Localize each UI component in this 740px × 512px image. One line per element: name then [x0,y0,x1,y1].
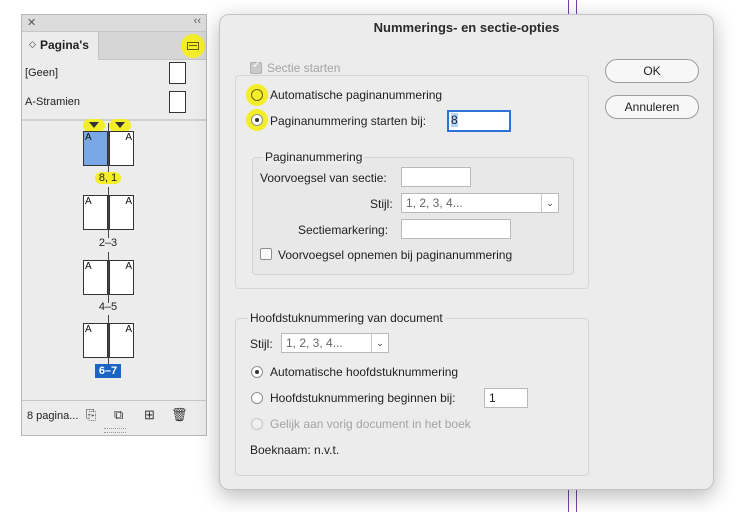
guide-line [568,488,569,512]
new-master-icon[interactable]: ⧉ [114,407,123,423]
section-marker-label: Sectiemarkering: [298,223,389,237]
panel-title-bar: ✕ ‹‹ [22,15,206,32]
spread-spine [108,315,109,366]
prefix-input[interactable] [401,167,471,187]
chapter-style-label: Stijl: [250,337,273,351]
prefix-label: Voorvoegsel van sectie: [260,171,387,185]
master-letter: A [85,261,92,272]
guide-line [576,488,577,512]
page-thumbnail[interactable]: A [109,131,134,166]
chevron-down-icon: ⌄ [371,334,388,352]
menu-icon [187,42,199,50]
page-thumbnail[interactable]: A [83,323,108,358]
ok-button[interactable]: OK [605,59,699,83]
spread-label: 8, 1 [68,172,148,184]
auto-numbering-radio[interactable] [251,89,263,101]
master-letter: A [125,132,132,143]
include-prefix-checkbox[interactable] [260,248,272,260]
start-at-input[interactable]: 8 [447,110,511,132]
spread-3[interactable]: A A [83,252,134,303]
book-name: Boeknaam: n.v.t. [250,443,340,457]
close-icon[interactable]: ✕ [27,16,36,29]
page-thumbnail[interactable]: A [109,195,134,230]
panel-footer: 8 pagina... ⎘ ⧉ ⊞ 🗑 [22,400,206,435]
master-thumbnail[interactable] [169,91,186,113]
master-label: A-Stramien [25,96,81,108]
updown-chevron-icon: ◇ [29,39,36,49]
include-prefix-label: Voorvoegsel opnemen bij paginanummering [278,248,513,262]
auto-chapter-radio[interactable] [251,366,263,378]
master-label: [Geen] [25,67,59,79]
section-marker-input[interactable] [401,219,511,239]
dialog-title: Nummerings- en sectie-opties [373,20,560,35]
trash-icon[interactable]: 🗑 [171,407,188,423]
resize-grip[interactable] [104,428,126,433]
spread-label: 4–5 [98,301,118,313]
auto-numbering-label: Automatische paginanummering [270,88,443,102]
spread-label: 6–7 [68,364,148,378]
panel-menu-button[interactable] [181,34,205,58]
start-at-label: Paginanummering starten bij: [270,114,427,128]
page-count: 8 pagina... [27,410,79,422]
master-letter: A [85,196,92,207]
master-item-a[interactable]: A-Stramien [22,89,206,117]
page-thumbnail[interactable]: A [109,323,134,358]
tab-pages-label: Pagina's [40,38,89,52]
numbering-dialog: Nummerings- en sectie-opties Sectie star… [219,14,714,490]
auto-chapter-label: Automatische hoofdstuknummering [270,365,459,379]
panel-tab-row: ◇ Pagina's [22,32,206,60]
same-as-previous-label: Gelijk aan vorig document in het boek [270,417,471,431]
chevron-down-icon: ⌄ [541,194,558,212]
chapter-style-select[interactable]: 1, 2, 3, 4... ⌄ [281,333,389,353]
spread-2[interactable]: A A [83,187,134,238]
style-select[interactable]: 1, 2, 3, 4... ⌄ [401,193,559,213]
spread-1[interactable]: A A [83,123,134,174]
pages-panel: ✕ ‹‹ ◇ Pagina's [Geen] A-Stramien A A 8,… [21,14,207,436]
page-thumbnail[interactable]: A [83,195,108,230]
master-letter: A [85,132,92,143]
page-thumbnail[interactable]: A [109,260,134,295]
double-chevron-icon[interactable]: ‹‹ [194,15,201,27]
style-label: Stijl: [370,197,393,211]
cancel-button[interactable]: Annuleren [605,95,699,119]
tab-pages[interactable]: ◇ Pagina's [22,32,99,60]
chapter-start-input[interactable]: 1 [484,388,528,408]
edit-page-size-icon[interactable]: ⎘ [86,407,96,423]
spread-spine [108,187,109,238]
same-as-previous-radio[interactable] [251,418,263,430]
master-letter: A [85,324,92,335]
page-numbering-title: Paginanummering [263,150,365,164]
spread-spine [108,123,109,174]
chapter-group-title: Hoofdstuknummering van document [248,311,445,325]
master-item-none[interactable]: [Geen] [22,60,206,88]
master-thumbnail[interactable] [169,62,186,84]
chapter-start-radio[interactable] [251,392,263,404]
spread-label: 2–3 [98,237,118,249]
spread-spine [108,252,109,303]
section-start-checkbox[interactable] [250,60,262,74]
master-letter: A [125,324,132,335]
master-letter: A [125,196,132,207]
page-thumbnail[interactable]: A [83,131,108,166]
section-start-label: Sectie starten [267,61,341,75]
start-at-radio[interactable] [251,114,263,126]
page-thumbnail[interactable]: A [83,260,108,295]
new-page-icon[interactable]: ⊞ [144,407,155,423]
spread-4[interactable]: A A [83,315,134,366]
master-letter: A [125,261,132,272]
chapter-start-label: Hoofdstuknummering beginnen bij: [270,391,456,405]
